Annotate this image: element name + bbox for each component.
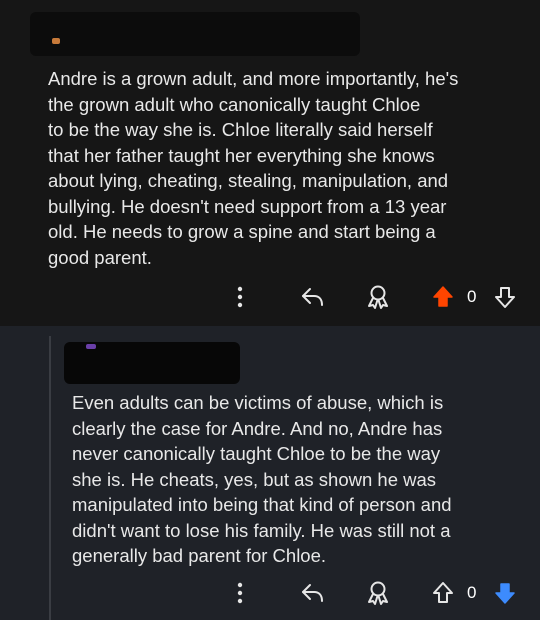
upvote-icon [433, 582, 453, 603]
avatar [86, 344, 96, 349]
comment-1-body: Andre is a grown adult, and more importa… [48, 68, 459, 268]
avatar [52, 38, 60, 44]
comment-2-actions: 0 [0, 578, 540, 608]
vote-score: 0 [467, 583, 477, 602]
upvote-button[interactable] [430, 282, 456, 312]
downvote-icon [495, 287, 515, 308]
upvote-icon [433, 286, 453, 307]
downvote-button[interactable] [492, 282, 518, 312]
vote-score: 0 [467, 287, 477, 306]
reply-button[interactable] [298, 578, 328, 608]
more-options-button[interactable] [230, 282, 250, 312]
downvote-icon [495, 583, 515, 604]
comment-1: Andre is a grown adult, and more importa… [0, 0, 540, 326]
award-icon [368, 285, 388, 309]
more-options-icon [237, 286, 243, 308]
downvote-button[interactable] [492, 578, 518, 608]
more-options-icon [237, 582, 243, 604]
redacted-username-1 [30, 12, 360, 56]
award-button[interactable] [363, 282, 393, 312]
reply-button[interactable] [298, 282, 328, 312]
reply-icon [302, 584, 323, 602]
comment-1-actions: 0 [0, 282, 540, 312]
upvote-button[interactable] [430, 578, 456, 608]
more-options-button[interactable] [230, 578, 250, 608]
reply-icon [302, 288, 323, 306]
comment-2-body: Even adults can be victims of abuse, whi… [72, 392, 452, 566]
award-button[interactable] [363, 578, 393, 608]
award-icon [368, 581, 388, 605]
